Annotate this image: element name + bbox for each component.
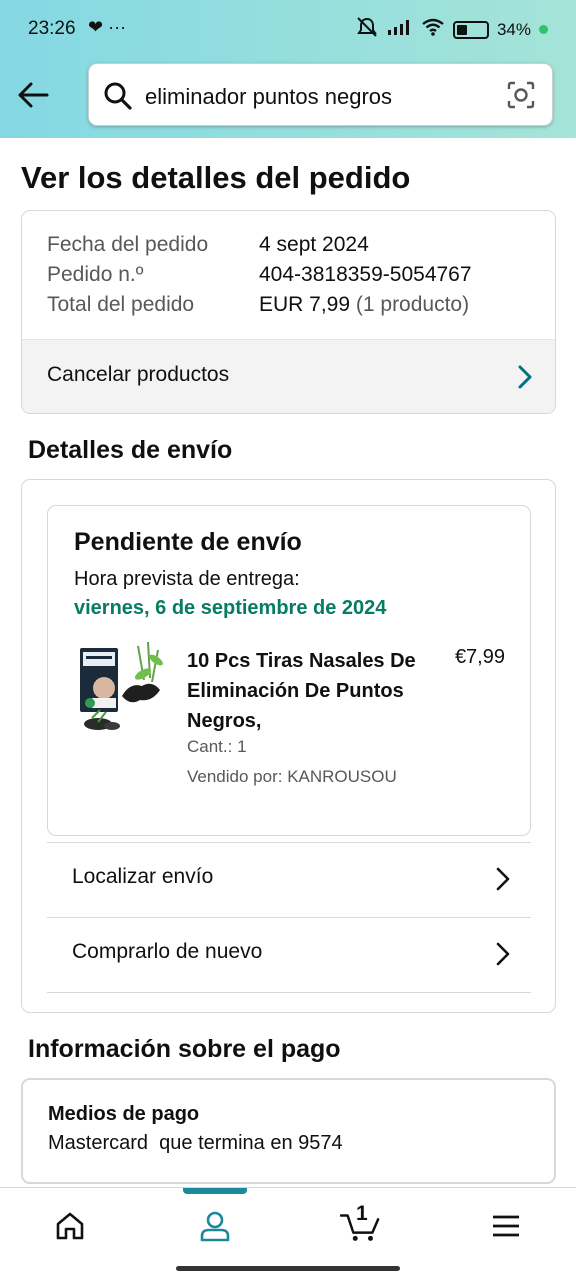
charging-dot	[539, 25, 548, 34]
active-tab-indicator	[183, 1188, 247, 1194]
wifi-icon	[421, 17, 445, 42]
divider	[47, 992, 531, 993]
search-input[interactable]: eliminador puntos negros	[88, 63, 553, 126]
order-date-value: 4 sept 2024	[259, 233, 369, 256]
search-icon	[103, 81, 133, 116]
menu-icon[interactable]	[486, 1206, 526, 1246]
shipment-status: Pendiente de envío	[74, 528, 302, 556]
status-right-icons: 34%	[355, 16, 548, 43]
order-total-amount: EUR 7,99	[259, 293, 351, 316]
product-price: €7,99	[454, 646, 505, 668]
product-seller: Vendido por: KANROUSOU	[187, 767, 397, 786]
chevron-right-icon	[495, 941, 511, 972]
back-arrow-icon	[18, 82, 49, 108]
account-icon[interactable]	[195, 1206, 235, 1246]
battery-level	[456, 24, 467, 35]
payment-card: Medios de pago Mastercard que termina en…	[21, 1078, 556, 1184]
search-query: eliminador puntos negros	[145, 84, 393, 109]
order-total-value: EUR 7,99 (1 producto)	[259, 293, 469, 317]
status-bar: 23:26 ❤ ··· 34%	[0, 0, 576, 58]
shipment-card: Pendiente de envío Hora prevista de entr…	[47, 505, 531, 836]
payment-section-title: Información sobre el pago	[28, 1035, 341, 1063]
delivery-eta-label: Hora prevista de entrega:	[74, 568, 300, 590]
order-total-count: (1 producto)	[350, 293, 470, 316]
track-package-row[interactable]: Localizar envío	[47, 842, 531, 917]
order-date-label: Fecha del pedido	[47, 233, 209, 256]
gesture-bar	[176, 1266, 400, 1271]
home-icon[interactable]	[50, 1206, 90, 1246]
status-time: 23:26	[28, 18, 76, 39]
payment-methods-title: Medios de pago	[48, 1103, 200, 1125]
order-total-label: Total del pedido	[47, 293, 195, 316]
shipping-card: Pendiente de envío Hora prevista de entr…	[21, 479, 556, 1013]
battery-icon	[452, 20, 489, 39]
cancel-products-label: Cancelar productos	[47, 363, 230, 386]
order-number-value: 404-3818359-5054767	[259, 263, 472, 286]
camera-search-icon[interactable]	[506, 80, 536, 115]
app-header: 23:26 ❤ ··· 34% eliminador puntos negros	[0, 0, 576, 138]
back-button[interactable]	[14, 76, 52, 114]
buy-again-label: Comprarlo de nuevo	[72, 940, 263, 963]
cart-count-badge: 1	[356, 1202, 368, 1225]
payment-method-value: Mastercard que termina en 9574	[48, 1132, 343, 1154]
product-title-link[interactable]: 10 Pcs Tiras Nasales De Eliminación De P…	[187, 646, 427, 736]
notification-icons: ❤ ···	[88, 17, 127, 37]
page-title: Ver los detalles del pedido	[21, 160, 411, 195]
mute-icon	[355, 16, 379, 43]
order-number-label: Pedido n.º	[47, 263, 144, 286]
chevron-right-icon	[495, 866, 511, 897]
chevron-right-icon	[517, 364, 533, 395]
product-quantity: Cant.: 1	[187, 737, 247, 756]
cancel-products-row[interactable]: Cancelar productos	[22, 339, 555, 413]
battery-text: 34%	[496, 19, 531, 39]
product-image[interactable]	[78, 640, 168, 732]
delivery-eta-date: viernes, 6 de septiembre de 2024	[74, 597, 387, 619]
order-summary-card: Fecha del pedido 4 sept 2024 Pedido n.º …	[21, 210, 556, 414]
shipping-section-title: Detalles de envío	[28, 436, 233, 464]
signal-icon	[387, 18, 413, 41]
buy-again-row[interactable]: Comprarlo de nuevo	[47, 917, 531, 992]
track-package-label: Localizar envío	[72, 865, 214, 888]
